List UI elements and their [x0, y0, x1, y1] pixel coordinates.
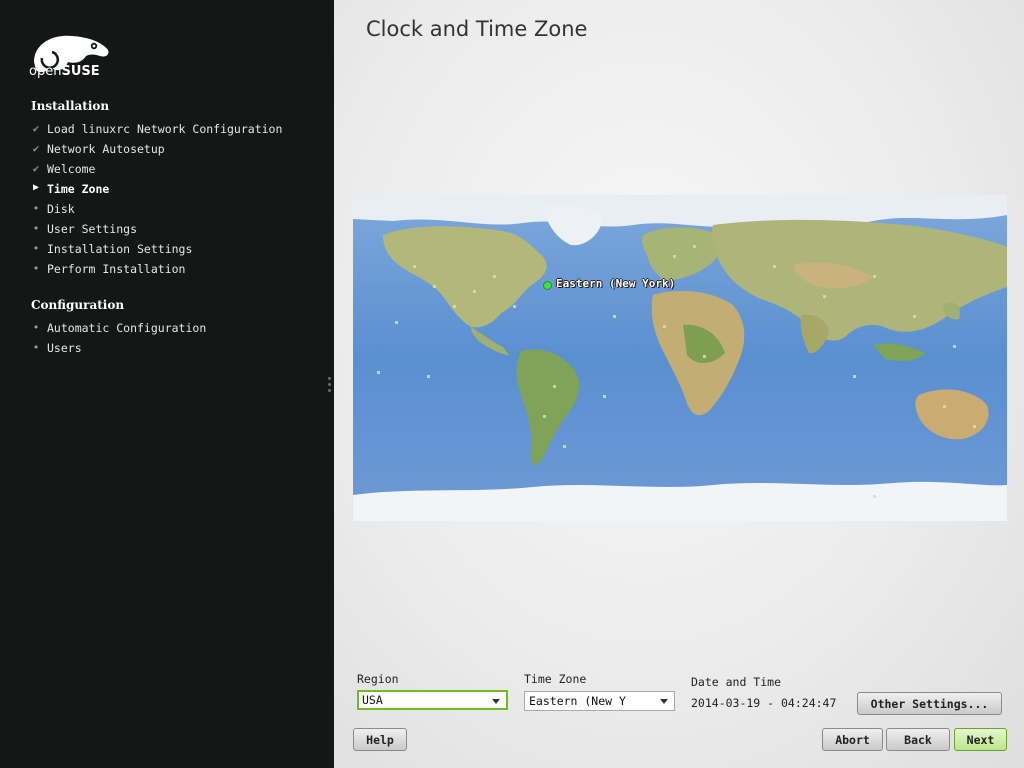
region-value: USA [362, 693, 383, 707]
step-load-linuxrc: ✔ Load linuxrc Network Configuration [33, 122, 283, 136]
bullet-icon: • [32, 242, 40, 255]
step-label: Welcome [47, 162, 96, 176]
next-button[interactable]: Next [954, 728, 1007, 751]
step-installation-settings: • Installation Settings [33, 242, 193, 256]
checkmark-icon: ✔ [32, 162, 40, 175]
step-user-settings: • User Settings [33, 222, 138, 236]
other-settings-button[interactable]: Other Settings... [857, 692, 1002, 715]
step-welcome: ✔ Welcome [33, 162, 96, 176]
region-label: Region [357, 672, 399, 686]
checkmark-icon: ✔ [32, 142, 40, 155]
configuration-section-title: Configuration [31, 298, 125, 312]
checkmark-icon: ✔ [32, 122, 40, 135]
world-map-graphic [353, 195, 1007, 521]
back-button[interactable]: Back [886, 728, 950, 751]
date-time-value: 2014-03-19 - 04:24:47 [691, 696, 837, 710]
bullet-icon: • [32, 262, 40, 275]
bullet-icon: • [32, 341, 40, 354]
sidebar: openSUSE Installation ✔ Load linuxrc Net… [0, 0, 334, 768]
abort-button[interactable]: Abort [822, 728, 883, 751]
chevron-down-icon [492, 699, 500, 704]
step-label: Perform Installation [47, 262, 186, 276]
step-label: Load linuxrc Network Configuration [47, 122, 283, 136]
step-label: Users [47, 341, 82, 355]
step-time-zone: ▶ Time Zone [33, 182, 110, 196]
bullet-icon: • [32, 202, 40, 215]
help-button[interactable]: Help [353, 728, 407, 751]
main-panel: Clock and Time Zone Eastern (New York) R… [334, 0, 1024, 768]
step-network-autosetup: ✔ Network Autosetup [33, 142, 165, 156]
step-label: Time Zone [47, 182, 110, 196]
chevron-down-icon [660, 699, 668, 704]
bullet-icon: • [32, 321, 40, 334]
step-label: Automatic Configuration [47, 321, 207, 335]
step-perform-installation: • Perform Installation [33, 262, 186, 276]
step-label: Installation Settings [47, 242, 193, 256]
bullet-icon: • [32, 222, 40, 235]
step-users: • Users [33, 341, 82, 355]
time-zone-label: Time Zone [524, 672, 587, 686]
time-zone-combobox[interactable]: Eastern (New Y [524, 691, 675, 711]
region-combobox[interactable]: USA [357, 690, 508, 710]
step-label: Disk [47, 202, 75, 216]
selected-timezone-marker [543, 281, 552, 290]
step-disk: • Disk [33, 202, 75, 216]
sidebar-splitter-handle[interactable] [326, 374, 332, 396]
triangle-right-icon: ▶ [32, 182, 40, 193]
date-time-label: Date and Time [691, 675, 782, 689]
step-automatic-configuration: • Automatic Configuration [33, 321, 207, 335]
time-zone-value: Eastern (New Y [529, 694, 626, 708]
step-label: User Settings [47, 222, 138, 236]
installation-section-title: Installation [31, 99, 110, 113]
world-timezone-map[interactable]: Eastern (New York) [353, 195, 1007, 521]
selected-timezone-label: Eastern (New York) [556, 277, 676, 290]
step-label: Network Autosetup [47, 142, 165, 156]
opensuse-wordmark: openSUSE [29, 64, 100, 79]
page-title: Clock and Time Zone [366, 17, 588, 41]
